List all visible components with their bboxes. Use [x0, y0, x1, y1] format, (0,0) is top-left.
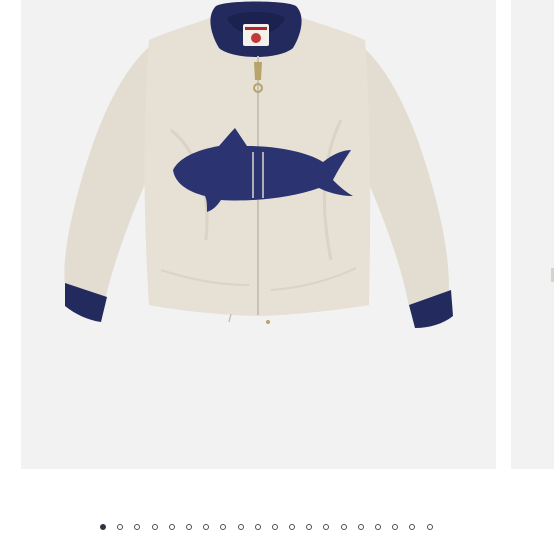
carousel-dot-1[interactable] [100, 524, 106, 530]
carousel-dot-12[interactable] [289, 524, 296, 530]
carousel-dot-2[interactable] [117, 524, 124, 530]
next-photo-partial [551, 268, 554, 282]
carousel-dot-13[interactable] [306, 524, 313, 530]
carousel-dot-17[interactable] [375, 524, 381, 530]
carousel-dot-20[interactable] [426, 524, 433, 530]
carousel-dot-19[interactable] [409, 524, 416, 530]
jacket-photo [64, 1, 453, 328]
product-image-carousel[interactable] [0, 0, 554, 554]
carousel-dot-7[interactable] [203, 524, 210, 530]
carousel-dot-10[interactable] [254, 524, 261, 530]
carousel-dot-15[interactable] [340, 524, 347, 530]
carousel-dot-4[interactable] [151, 524, 158, 530]
carousel-slide-current[interactable] [21, 0, 496, 469]
carousel-dot-11[interactable] [271, 524, 278, 530]
carousel-dot-18[interactable] [392, 524, 399, 530]
carousel-pagination [100, 521, 480, 533]
carousel-dot-3[interactable] [134, 524, 141, 530]
carousel-slide-next[interactable] [511, 0, 554, 469]
carousel-dot-8[interactable] [220, 524, 227, 530]
carousel-dot-16[interactable] [357, 524, 364, 530]
carousel-dot-6[interactable] [185, 524, 192, 530]
carousel-dot-14[interactable] [323, 524, 330, 530]
carousel-dot-5[interactable] [168, 524, 175, 530]
carousel-dot-9[interactable] [237, 524, 244, 530]
